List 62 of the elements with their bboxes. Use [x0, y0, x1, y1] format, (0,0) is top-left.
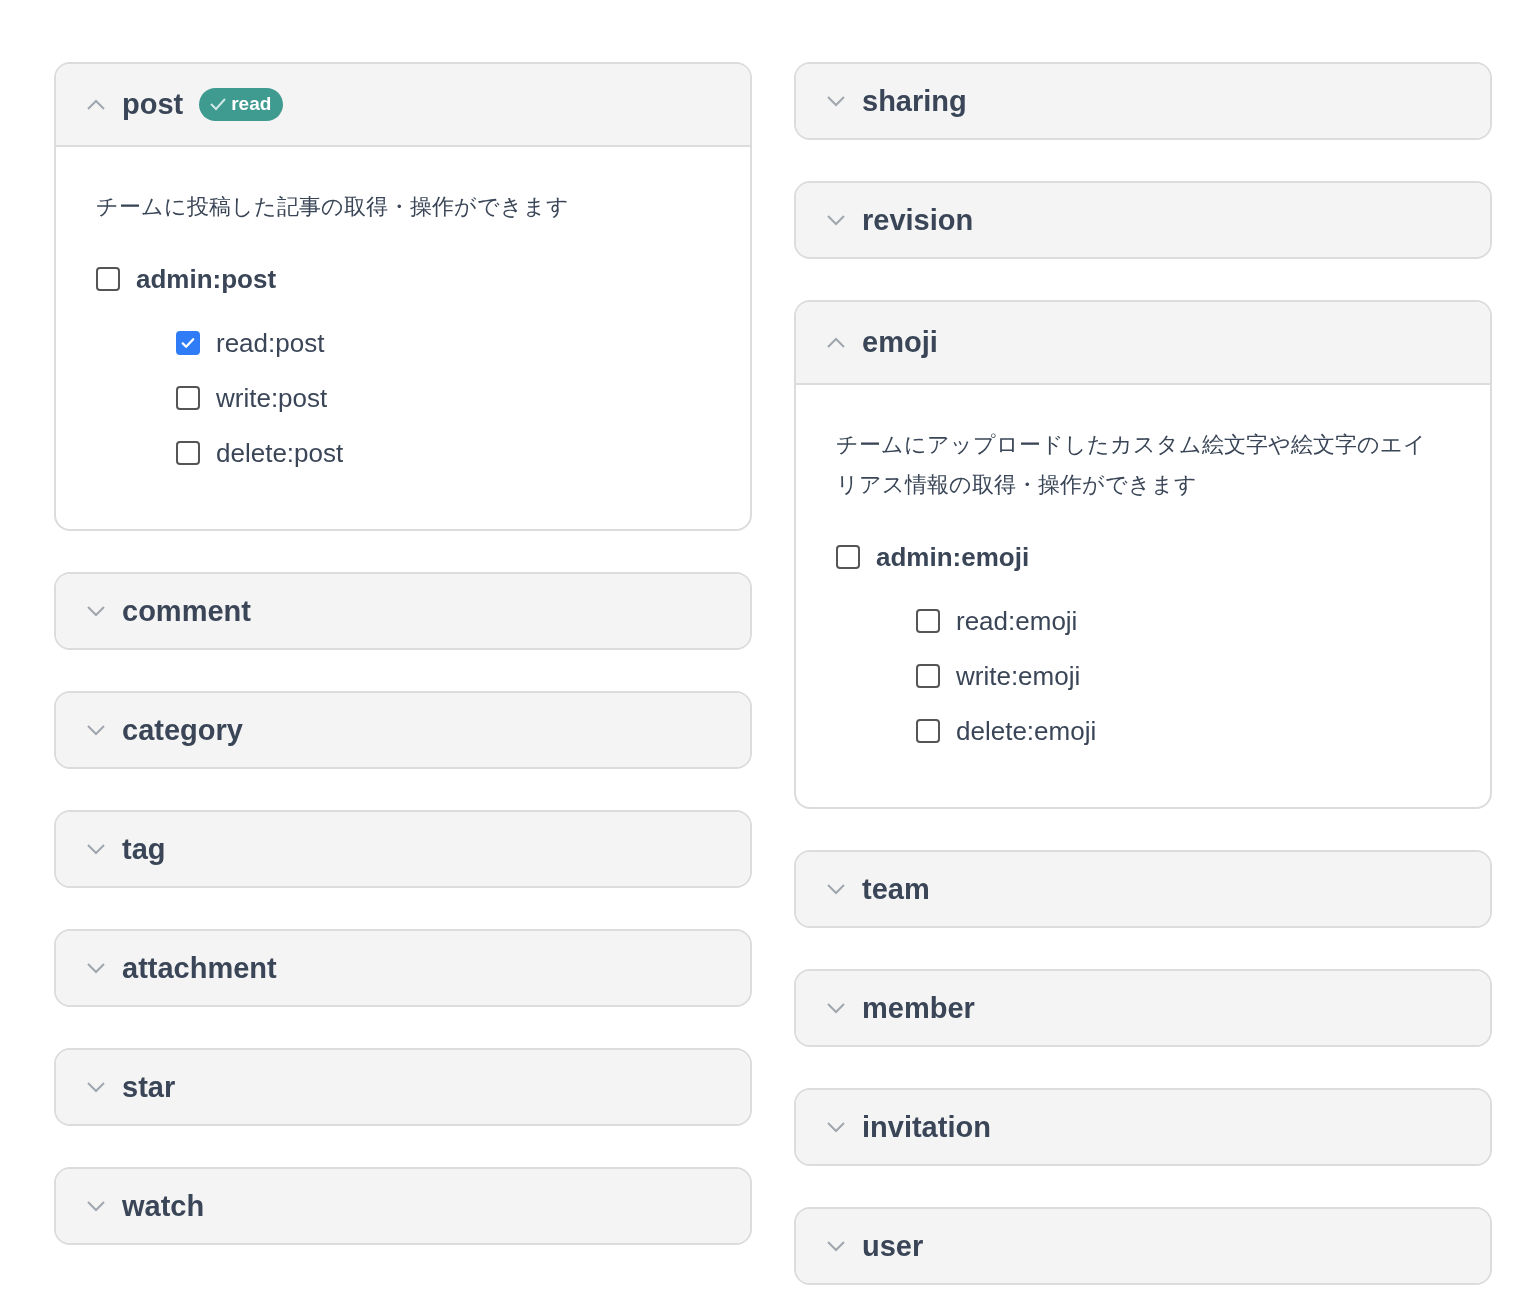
chevron-down-icon — [826, 95, 846, 107]
chevron-down-icon — [86, 962, 106, 974]
chevron-down-icon — [826, 1121, 846, 1133]
checkbox[interactable] — [176, 386, 200, 410]
section-title: star — [122, 1070, 176, 1104]
scope-label: admin:post — [136, 263, 277, 295]
status-badge: read — [199, 88, 284, 121]
chevron-up-icon — [86, 98, 106, 111]
chevron-down-icon — [826, 883, 846, 895]
section-title: invitation — [862, 1110, 991, 1144]
section-title: team — [862, 872, 930, 906]
section-title: comment — [122, 594, 251, 628]
scope-label: admin:emoji — [876, 541, 1030, 573]
section-description: チームに投稿した記事の取得・操作ができます — [96, 193, 570, 221]
section-title: category — [122, 713, 243, 747]
section-header[interactable]: star — [56, 1050, 750, 1124]
section-title: revision — [862, 203, 974, 237]
section-header[interactable]: category — [56, 693, 750, 767]
section-header[interactable]: post read — [56, 64, 750, 147]
scope-label: delete:emoji — [956, 715, 1097, 747]
scope-label: delete:post — [216, 437, 344, 469]
scope-label: write:post — [216, 382, 328, 414]
section-header[interactable]: attachment — [56, 931, 750, 1005]
section-header[interactable]: user — [796, 1209, 1490, 1283]
checkbox[interactable] — [176, 331, 200, 355]
chevron-down-icon — [826, 214, 846, 226]
section-header[interactable]: invitation — [796, 1090, 1490, 1164]
check-icon — [209, 97, 228, 111]
section-header[interactable]: emoji — [796, 302, 1490, 385]
scope-label: write:emoji — [956, 660, 1081, 692]
chevron-down-icon — [826, 1002, 846, 1014]
chevron-down-icon — [86, 1081, 106, 1093]
checkbox[interactable] — [916, 664, 940, 688]
section-title: member — [862, 991, 975, 1025]
chevron-down-icon — [86, 724, 106, 736]
section-description: チームにアップロードしたカスタム絵文字や絵文字のエイリアス情報の取得・操作ができます — [836, 431, 1427, 499]
section-header[interactable]: team — [796, 852, 1490, 926]
checkbox[interactable] — [916, 719, 940, 743]
section-header[interactable]: member — [796, 971, 1490, 1045]
chevron-down-icon — [86, 605, 106, 617]
chevron-down-icon — [826, 1240, 846, 1252]
checkbox[interactable] — [176, 441, 200, 465]
section-header[interactable]: watch — [56, 1169, 750, 1243]
section-title: post — [122, 88, 184, 121]
section-header[interactable]: comment — [56, 574, 750, 648]
section-header[interactable]: sharing — [796, 64, 1490, 138]
section-header[interactable]: revision — [796, 183, 1490, 257]
section-title: sharing — [862, 84, 967, 118]
section-header[interactable]: tag — [56, 812, 750, 886]
checkbox[interactable] — [836, 545, 860, 569]
chevron-up-icon — [826, 336, 846, 349]
section-title: user — [862, 1229, 924, 1263]
chevron-down-icon — [86, 1200, 106, 1212]
checkbox[interactable] — [96, 267, 120, 291]
section-title: emoji — [862, 326, 938, 359]
section-title: tag — [122, 832, 166, 866]
section-title: watch — [122, 1189, 205, 1223]
scope-label: read:emoji — [956, 605, 1078, 637]
checkbox[interactable] — [916, 609, 940, 633]
scope-label: read:post — [216, 327, 325, 359]
chevron-down-icon — [86, 843, 106, 855]
section-title: attachment — [122, 951, 277, 985]
